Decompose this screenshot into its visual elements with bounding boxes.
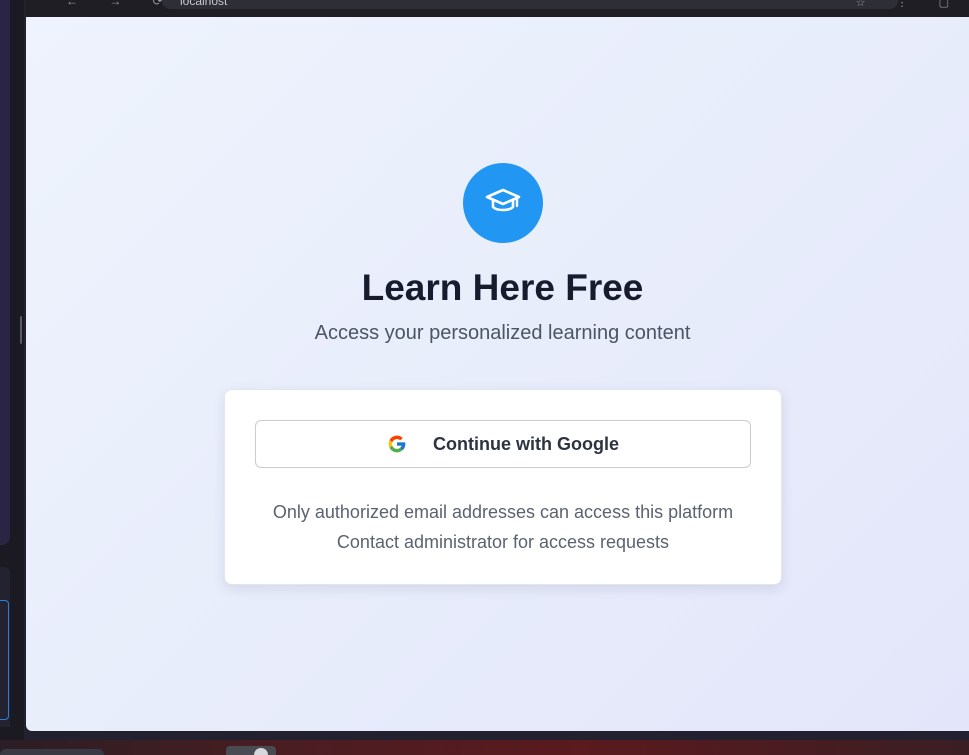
background-panel-selected [0, 600, 9, 720]
browser-toolbar-icons[interactable]: ☆ ⋮ ▢ [856, 0, 963, 9]
address-bar-text: localhost [180, 0, 228, 8]
google-icon [387, 434, 407, 454]
page-subtitle: Access your personalized learning conten… [314, 322, 691, 344]
logo-badge [463, 163, 543, 243]
os-taskbar [0, 740, 969, 755]
page-title: Learn Here Free [361, 267, 644, 308]
screen: ← → ⟳ localhost ☆ ⋮ ▢ Learn Here Free Ac… [0, 0, 969, 755]
authorization-note: Only authorized email addresses can acce… [272, 502, 734, 522]
taskbar-item[interactable] [0, 749, 104, 755]
page-viewport: Learn Here Free Access your personalized… [26, 17, 969, 731]
continue-with-google-label: Continue with Google [433, 433, 619, 454]
background-panel-top [0, 0, 10, 545]
graduation-cap-icon [483, 181, 523, 226]
contact-admin-note: Contact administrator for access request… [336, 532, 670, 552]
login-card: Continue with Google Only authorized ema… [224, 389, 782, 585]
browser-nav-buttons[interactable]: ← → ⟳ [66, 0, 177, 8]
browser-toolbar: ← → ⟳ localhost ☆ ⋮ ▢ [26, 0, 969, 17]
window-splitter-handle[interactable] [20, 316, 22, 344]
background-window-edge [0, 0, 24, 740]
address-bar[interactable]: localhost [162, 0, 898, 9]
taskbar-app-button[interactable] [226, 746, 276, 755]
taskbar-app-icon[interactable] [254, 748, 268, 755]
continue-with-google-button[interactable]: Continue with Google [255, 420, 751, 468]
